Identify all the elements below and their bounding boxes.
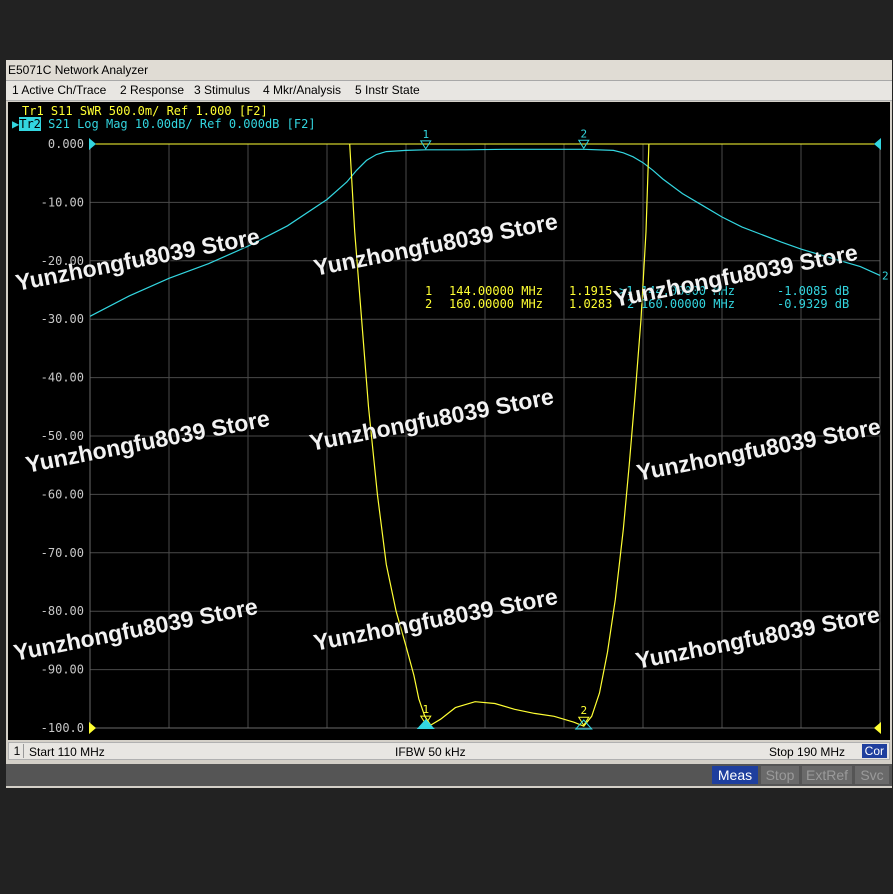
- window-title: E5071C Network Analyzer: [8, 63, 149, 77]
- y-tick-label: -30.00: [41, 312, 84, 326]
- menu-response[interactable]: 2 Response: [120, 83, 184, 97]
- ref-arrow-right-icon: [874, 138, 881, 150]
- tr1-ref-arrow-left-icon: [89, 722, 96, 734]
- tr2-marker-1-num: >1: [619, 284, 633, 298]
- softkey-bar: Meas Stop ExtRef Svc: [6, 764, 892, 786]
- stop-frequency[interactable]: Stop 190 MHz: [769, 745, 845, 759]
- analyzer-window: E5071C Network Analyzer 1 Active Ch/Trac…: [6, 60, 892, 788]
- tr2-marker-2-num: 2: [627, 297, 634, 311]
- tr1-marker-1-value: 1.1915: [569, 284, 612, 298]
- measurement-display: Tr1 S11 SWR 500.0m/ Ref 1.000 [F2] ▶Tr2 …: [8, 102, 890, 740]
- marker-number: 2: [580, 127, 587, 140]
- y-tick-label: -100.0: [41, 721, 84, 735]
- marker-table: 1 144.00000 MHz 1.1915 2 160.00000 MHz 1…: [425, 284, 849, 311]
- y-tick-label: -10.00: [41, 195, 84, 209]
- channel-status-bar: 1 Start 110 MHz IFBW 50 kHz Stop 190 MHz…: [8, 742, 890, 760]
- svc-button[interactable]: Svc: [855, 766, 889, 784]
- grid: [89, 143, 881, 729]
- y-tick-label: -70.00: [41, 546, 84, 560]
- y-tick-label: 0.000: [48, 137, 84, 151]
- ref-arrow-left-icon: [89, 138, 96, 150]
- menu-mkr-analysis[interactable]: 4 Mkr/Analysis: [263, 83, 341, 97]
- menu-active-ch-trace[interactable]: 1 Active Ch/Trace: [12, 83, 106, 97]
- trace-plot[interactable]: 0.000 -10.00 -20.00 -30.00 -40.00 -50.00 -60.0…: [8, 102, 890, 740]
- tr1-ref-arrow-right-icon: [874, 722, 881, 734]
- tr1-marker-2-num: 2: [425, 297, 432, 311]
- tr2-marker-1-freq: 144.00000 MHz: [641, 284, 735, 298]
- start-frequency[interactable]: Start 110 MHz: [29, 745, 105, 759]
- correction-badge: Cor: [861, 744, 887, 758]
- tr1-marker-1-freq: 144.00000 MHz: [449, 284, 543, 298]
- marker-number: 2: [580, 704, 587, 717]
- trace-s11-line: [349, 143, 650, 727]
- y-tick-label: -20.00: [41, 254, 84, 268]
- tr1-marker-1-num: 1: [425, 284, 432, 298]
- extref-button[interactable]: ExtRef: [802, 766, 852, 784]
- marker-number: 1: [422, 703, 429, 716]
- tr2-marker-2-freq: 160.00000 MHz: [641, 297, 735, 311]
- tr1-marker-2-freq: 160.00000 MHz: [449, 297, 543, 311]
- menu-stimulus[interactable]: 3 Stimulus: [194, 83, 250, 97]
- y-tick-label: -50.00: [41, 429, 84, 443]
- meas-button[interactable]: Meas: [712, 766, 758, 784]
- y-tick-labels: 0.000 -10.00 -20.00 -30.00 -40.00 -50.00 -60.0…: [41, 137, 84, 735]
- menu-instr-state[interactable]: 5 Instr State: [355, 83, 420, 97]
- y-tick-label: -60.00: [41, 487, 84, 501]
- title-bar: E5071C Network Analyzer: [6, 60, 892, 81]
- trace-end-label: 2: [882, 269, 889, 282]
- menu-bar: 1 Active Ch/Trace 2 Response 3 Stimulus …: [6, 81, 892, 101]
- channel-number[interactable]: 1: [11, 744, 24, 758]
- y-tick-label: -80.00: [41, 604, 84, 618]
- ifbw[interactable]: IFBW 50 kHz: [395, 745, 466, 759]
- tr2-marker-1-value: -1.0085 dB: [777, 284, 849, 298]
- y-tick-label: -90.00: [41, 663, 84, 677]
- marker-triangle: [419, 140, 432, 150]
- stop-button[interactable]: Stop: [761, 766, 799, 784]
- marker-number: 1: [422, 128, 429, 141]
- tr1-marker-2-value: 1.0283: [569, 297, 612, 311]
- tr2-marker-2-value: -0.9329 dB: [777, 297, 849, 311]
- y-tick-label: -40.00: [41, 371, 84, 385]
